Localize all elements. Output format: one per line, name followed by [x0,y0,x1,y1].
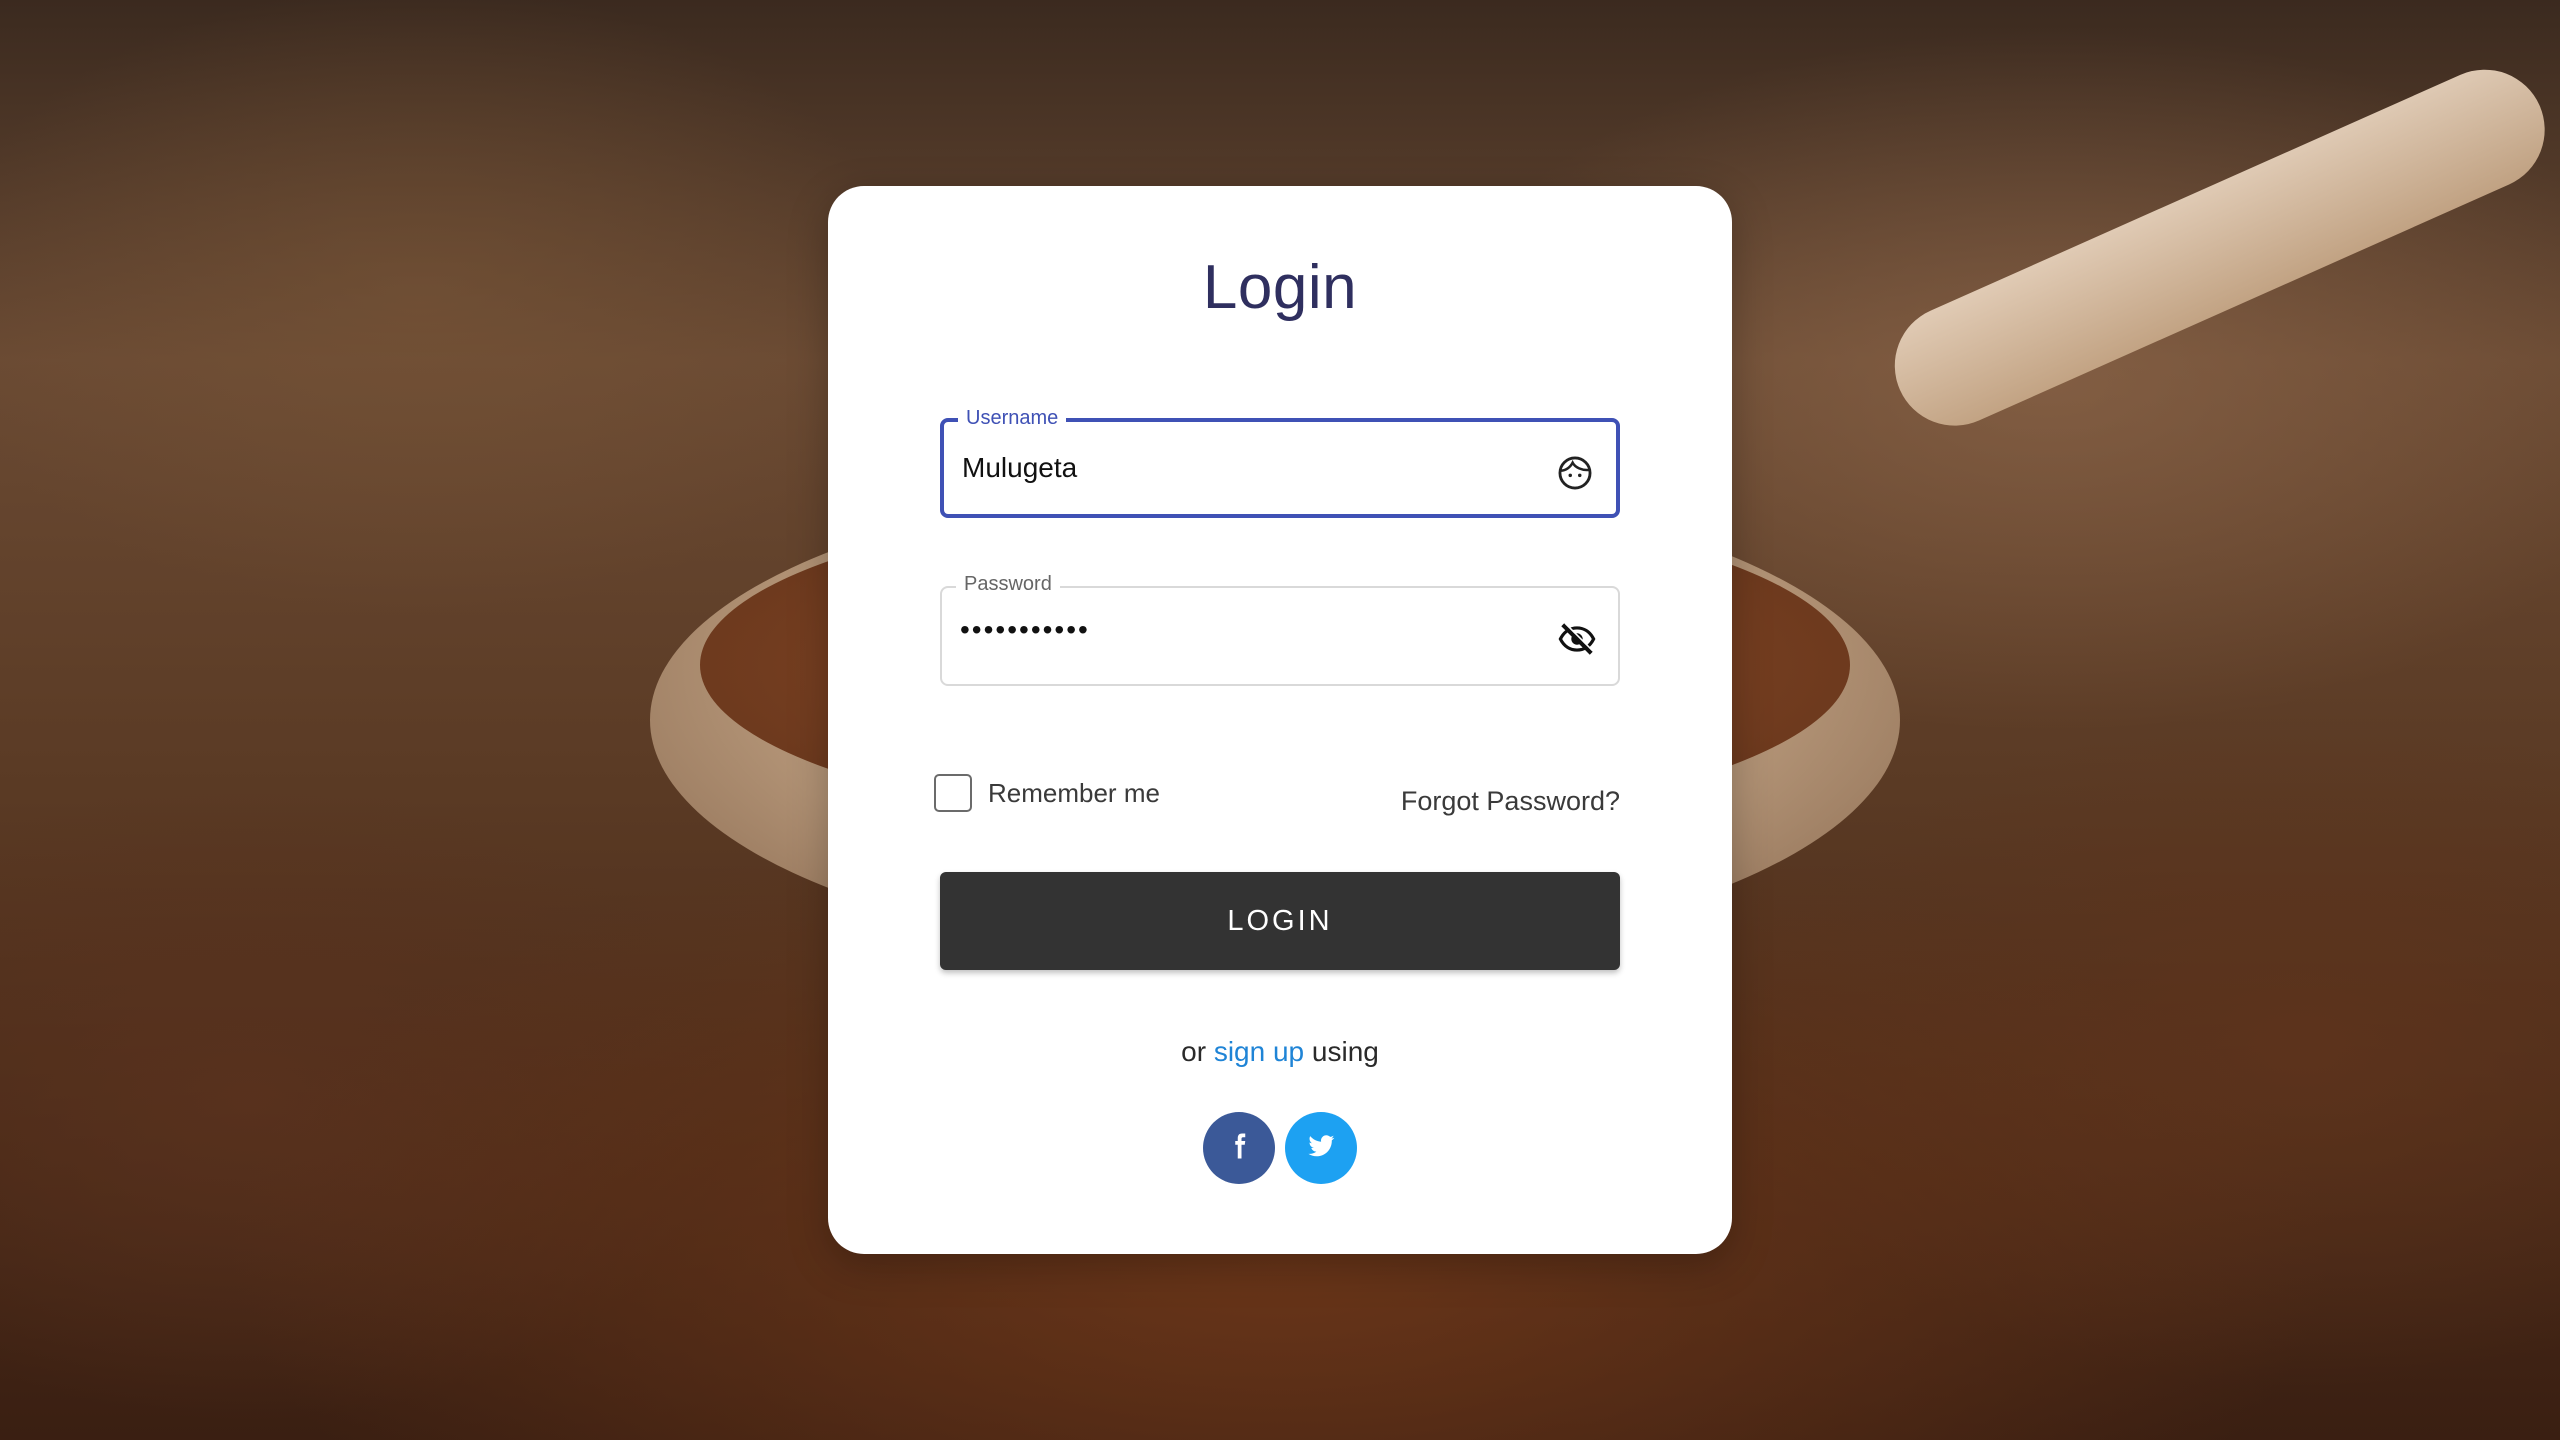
username-input[interactable]: Mulugeta [962,452,1077,484]
social-login [828,1112,1732,1184]
remember-me[interactable]: Remember me [934,774,1160,812]
forgot-password-link[interactable]: Forgot Password? [1401,786,1620,817]
username-field[interactable]: Username Mulugeta [940,406,1620,518]
remember-me-label: Remember me [988,777,1160,808]
face-icon [1556,454,1594,492]
twitter-button[interactable] [1285,1112,1357,1184]
twitter-icon [1305,1130,1337,1167]
signup-suffix: using [1311,1036,1379,1067]
remember-me-checkbox[interactable] [934,774,972,812]
login-button[interactable]: LOGIN [940,872,1620,970]
signup-link[interactable]: sign up [1214,1036,1304,1067]
password-input[interactable]: ••••••••••• [960,614,1090,646]
signup-line: or sign up using [828,1036,1732,1068]
page-title: Login [1202,253,1358,322]
login-card: Login Username Mulugeta Password •••••••… [828,186,1732,1254]
signup-prefix: or [1181,1036,1207,1067]
username-label: Username [958,406,1067,430]
facebook-button[interactable] [1203,1112,1275,1184]
password-label: Password [956,572,1060,596]
visibility-off-icon[interactable] [1558,620,1596,658]
password-field[interactable]: Password ••••••••••• [940,572,1620,686]
facebook-icon [1224,1131,1254,1166]
